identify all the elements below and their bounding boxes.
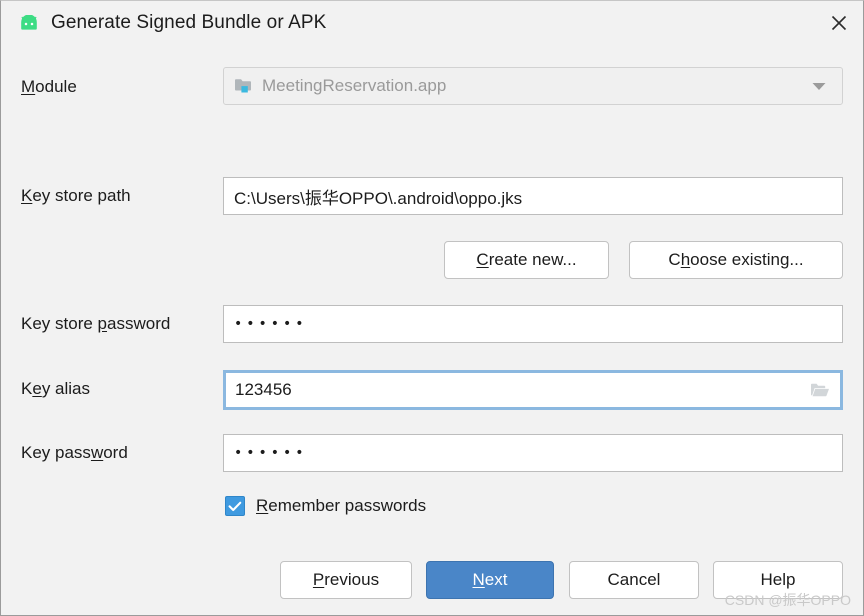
key-alias-input[interactable]: 123456 — [223, 370, 843, 410]
module-folder-icon — [234, 77, 254, 95]
key-alias-mnemonic: e — [32, 379, 42, 398]
folder-open-icon[interactable] — [809, 381, 831, 399]
key-store-password-input[interactable]: •••••• — [223, 305, 843, 343]
create-new-rest: reate new... — [488, 250, 577, 269]
previous-button-label: Previous — [313, 570, 379, 590]
next-mnemonic: N — [472, 570, 485, 589]
choose-existing-rest: oose existing... — [690, 250, 804, 269]
dialog-title: Generate Signed Bundle or APK — [51, 12, 327, 33]
next-rest: ext — [484, 570, 508, 589]
key-alias-value: 123456 — [235, 380, 292, 399]
key-store-password-label: Key store password — [21, 314, 170, 334]
choose-existing-button[interactable]: Choose existing... — [629, 241, 843, 279]
key-password-pre: Key pass — [21, 443, 91, 462]
android-robot-icon — [17, 11, 41, 35]
key-store-path-input[interactable]: C:\Users\振华OPPO\.android\oppo.jks — [223, 177, 843, 215]
remember-passwords-rest: emember passwords — [268, 496, 427, 515]
previous-mnemonic: P — [312, 570, 325, 589]
key-alias-rest: y alias — [41, 379, 90, 398]
help-button-label: Help — [760, 570, 796, 589]
key-password-rest: ord — [103, 443, 128, 462]
key-store-password-pre: Key store — [21, 314, 98, 333]
dialog-titlebar: Generate Signed Bundle or APK — [1, 1, 864, 45]
next-button[interactable]: Next — [426, 561, 554, 599]
module-value: MeetingReservation.app — [262, 76, 447, 95]
key-store-path-label-rest: ey store path — [32, 186, 131, 205]
choose-existing-pre: C — [668, 250, 681, 269]
remember-passwords-label: Remember passwords — [256, 496, 426, 516]
key-password-value: •••••• — [234, 445, 308, 461]
next-button-label: Next — [473, 570, 508, 590]
create-new-mnemonic: C — [476, 250, 489, 269]
key-store-password-mnemonic: p — [97, 314, 108, 333]
module-label: Module — [21, 77, 77, 97]
choose-existing-mnemonic: h — [680, 250, 691, 269]
key-alias-pre: K — [21, 379, 33, 398]
key-alias-label: Key alias — [21, 379, 90, 399]
checkmark-icon — [228, 501, 242, 511]
generate-signed-bundle-dialog: Generate Signed Bundle or APK Module Mee… — [0, 0, 864, 616]
chevron-down-icon[interactable] — [810, 77, 828, 95]
key-password-label: Key password — [21, 443, 128, 463]
cancel-button[interactable]: Cancel — [569, 561, 699, 599]
key-store-path-value: C:\Users\振华OPPO\.android\oppo.jks — [234, 188, 523, 208]
key-store-path-label: Key store path — [21, 186, 131, 206]
key-password-mnemonic: w — [90, 443, 104, 462]
previous-rest: revious — [324, 570, 380, 589]
key-password-input[interactable]: •••••• — [223, 434, 843, 472]
choose-existing-button-label: Choose existing... — [668, 250, 803, 270]
create-new-button[interactable]: Create new... — [444, 241, 609, 279]
key-store-password-value: •••••• — [234, 316, 308, 332]
close-icon[interactable] — [813, 1, 864, 45]
module-label-rest: odule — [35, 77, 77, 96]
remember-passwords-mnemonic: R — [256, 496, 269, 515]
key-store-password-rest: assword — [107, 314, 171, 333]
create-new-button-label: Create new... — [476, 250, 576, 270]
previous-button[interactable]: Previous — [280, 561, 412, 599]
remember-passwords-checkbox[interactable] — [225, 496, 245, 516]
remember-passwords-checkbox-row[interactable]: Remember passwords — [225, 496, 426, 516]
module-combobox[interactable]: MeetingReservation.app — [223, 67, 843, 105]
key-store-path-label-mnemonic: K — [21, 186, 33, 205]
module-label-mnemonic: M — [21, 77, 36, 96]
csdn-watermark: CSDN @振华OPPO — [724, 592, 851, 608]
cancel-button-label: Cancel — [607, 570, 661, 589]
